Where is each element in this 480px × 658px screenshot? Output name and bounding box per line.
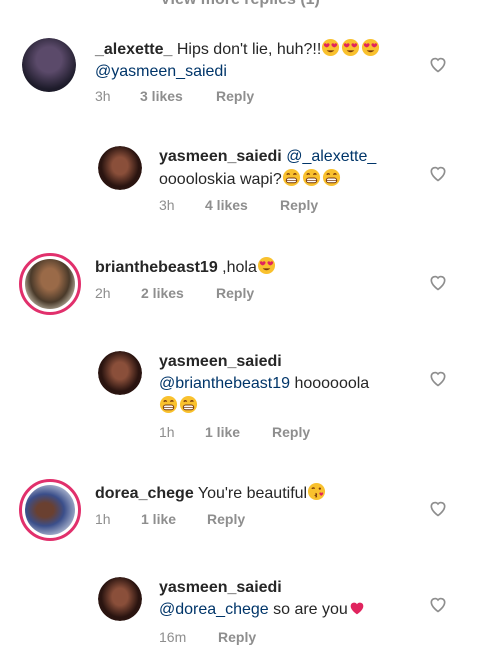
avatar[interactable]	[22, 38, 76, 92]
comment-time: 2h	[95, 285, 111, 301]
comment-time: 1h	[159, 424, 175, 440]
avatar[interactable]	[19, 479, 81, 541]
reply-button[interactable]: Reply	[207, 511, 245, 527]
comment-username[interactable]: dorea_chege	[95, 485, 194, 502]
comment-text: ,hola	[222, 259, 257, 276]
comment-time: 16m	[159, 629, 187, 645]
like-heart-icon[interactable]	[428, 594, 448, 614]
avatar[interactable]	[98, 351, 142, 395]
avatar[interactable]	[98, 577, 142, 621]
grin-emoji	[159, 395, 178, 414]
heart-eyes-emoji	[342, 38, 360, 57]
like-heart-icon[interactable]	[428, 54, 448, 74]
comment-username[interactable]: yasmeen_saiedi	[159, 353, 282, 370]
reply-button[interactable]: Reply	[216, 285, 254, 301]
kiss-emoji	[308, 482, 326, 501]
comment-time: 3h	[95, 88, 111, 104]
comment-mention[interactable]: @dorea_chege	[159, 601, 269, 618]
comment-text: hoooooola	[294, 375, 370, 392]
comment-username[interactable]: yasmeen_saiedi	[159, 579, 282, 596]
comment-username[interactable]: brianthebeast19	[95, 259, 218, 276]
reply-button[interactable]: Reply	[216, 88, 254, 104]
reply-button[interactable]: Reply	[280, 197, 318, 213]
heart-eyes-emoji	[257, 256, 275, 275]
heart-eyes-emoji	[322, 38, 340, 57]
like-heart-icon[interactable]	[428, 163, 448, 183]
like-heart-icon[interactable]	[428, 368, 448, 388]
comment-username[interactable]: _alexette_	[95, 41, 172, 58]
comment-text: You're beautiful	[197, 485, 308, 502]
comment-username[interactable]: yasmeen_saiedi	[159, 148, 282, 165]
comment-likes[interactable]: 1 like	[141, 511, 176, 527]
comment-time: 1h	[95, 511, 111, 527]
comment-likes[interactable]: 1 like	[205, 424, 240, 440]
grin-emoji	[322, 168, 340, 187]
grin-emoji	[179, 395, 198, 414]
comment-text: so are you	[273, 601, 348, 618]
reply-button[interactable]: Reply	[272, 424, 310, 440]
grin-emoji	[302, 168, 320, 187]
comment-mention[interactable]: @yasmeen_saiedi	[95, 63, 227, 80]
view-more-replies-link[interactable]: View more replies (1)	[0, 0, 480, 9]
grin-emoji	[282, 168, 300, 187]
reply-button[interactable]: Reply	[218, 629, 256, 645]
avatar[interactable]	[98, 146, 142, 190]
comment-likes[interactable]: 2 likes	[141, 285, 184, 301]
like-heart-icon[interactable]	[428, 272, 448, 292]
avatar[interactable]	[19, 253, 81, 315]
comment-text: Hips don't lie, huh?!!	[176, 41, 322, 58]
comment-likes[interactable]: 4 likes	[205, 197, 248, 213]
comment-mention[interactable]: @brianthebeast19	[159, 375, 290, 392]
pink-heart-emoji	[350, 602, 364, 615]
comment-likes[interactable]: 3 likes	[140, 88, 183, 104]
like-heart-icon[interactable]	[428, 498, 448, 518]
heart-eyes-emoji	[362, 38, 380, 57]
comment-time: 3h	[159, 197, 175, 213]
comment-text: ooooloskia wapi?	[159, 171, 282, 188]
comment-mention[interactable]: @_alexette_	[286, 148, 376, 165]
